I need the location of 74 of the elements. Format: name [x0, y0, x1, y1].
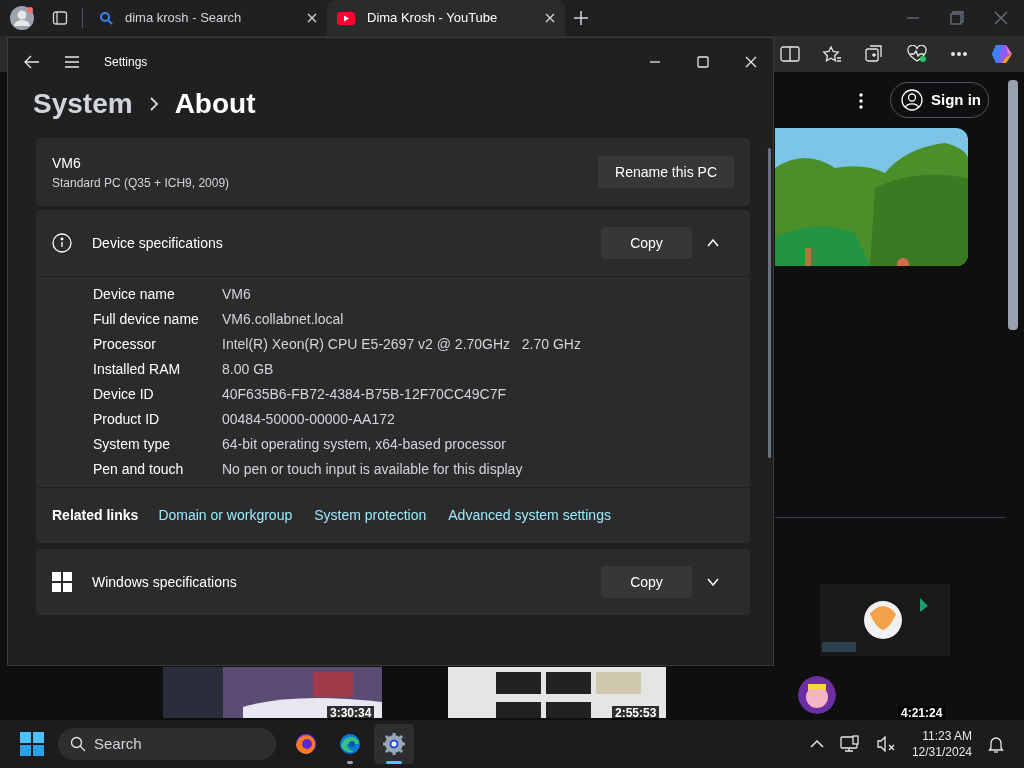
breadcrumb-item: About [174, 87, 256, 121]
tab-title: Dima Krosh - YouTube [367, 9, 499, 28]
clock-date: 12/31/2024 [911, 744, 972, 760]
chevron-up-icon [707, 239, 719, 247]
spec-value: Intel(R) Xeon(R) CPU E5-2697 v2 @ 2.70GHz 2.70 GHz [222, 335, 582, 354]
video-duration: 3:30:34 [327, 706, 375, 720]
spec-label: Full device name [93, 310, 200, 329]
spec-value: VM6 [222, 285, 252, 304]
speaker-muted-icon[interactable] [875, 735, 896, 753]
clock-time: 11:23 AM [922, 728, 972, 744]
spec-label: Device name [93, 285, 176, 304]
spec-label: System type [93, 435, 172, 454]
maximize-icon[interactable] [697, 56, 709, 68]
tab-title: dima krosh - Search [125, 9, 243, 28]
user-icon [901, 89, 923, 111]
spec-label: Processor [93, 335, 158, 354]
spec-label: Product ID [93, 410, 161, 429]
chevron-right-icon [148, 96, 159, 112]
browser-icon [338, 732, 362, 756]
related-link[interactable]: System protection [314, 505, 427, 526]
spec-value: VM6.collabnet.local [222, 310, 345, 329]
window-title: Settings [104, 54, 148, 71]
section-title: Device specifications [92, 233, 224, 253]
spec-value: 40F635B6-FB72-4384-B75B-12F70CC49C7F [222, 385, 508, 404]
rename-button[interactable]: Rename this PC [598, 156, 734, 188]
spec-value: 64-bit operating system, x64-based processor [222, 435, 508, 454]
breadcrumb-item[interactable]: System [33, 83, 133, 125]
video-duration: 2:55:53 [612, 706, 660, 720]
spec-label: Installed RAM [93, 360, 182, 379]
spec-label: Device ID [93, 385, 155, 404]
spec-label: Pen and touch [93, 460, 185, 479]
windows-logo-icon [52, 572, 72, 592]
play-icon [337, 11, 355, 25]
related-links-label: Related links [52, 506, 139, 525]
section-title: Windows specifications [92, 572, 238, 592]
chevron-down-icon [707, 578, 719, 586]
tab-actions-icon[interactable] [52, 10, 68, 26]
network-icon[interactable] [839, 735, 860, 753]
windows-logo-icon[interactable] [20, 732, 44, 756]
pc-name: VM6 [52, 153, 82, 173]
back-arrow-icon[interactable] [24, 55, 40, 69]
info-icon [52, 233, 72, 253]
scrollbar-thumb[interactable] [1008, 80, 1018, 330]
spec-value: 00484-50000-00000-AA172 [222, 410, 396, 429]
collections-icon[interactable] [864, 45, 884, 63]
restore-icon[interactable] [950, 11, 964, 25]
copilot-icon[interactable] [990, 43, 1014, 65]
related-link[interactable]: Advanced system settings [448, 505, 611, 526]
heartbeat-icon[interactable] [906, 45, 928, 63]
scrollbar-thumb[interactable] [768, 148, 771, 458]
browser-tab[interactable]: Dima Krosh - YouTube [327, 0, 565, 36]
gear-icon [382, 732, 406, 756]
copy-button[interactable]: Copy [601, 566, 692, 598]
new-tab-icon[interactable] [573, 10, 589, 26]
related-link[interactable]: Domain or workgroup [158, 505, 293, 526]
profile-avatar-icon[interactable] [9, 5, 35, 31]
spec-value: 8.00 GB [222, 360, 275, 379]
spec-value: No pen or touch input is available for this display [222, 460, 524, 479]
browser-icon [294, 732, 318, 756]
taskbar-app[interactable] [374, 724, 414, 764]
notification-bell-icon[interactable] [988, 735, 1004, 753]
menu-icon[interactable] [64, 55, 80, 69]
copy-button[interactable]: Copy [601, 227, 692, 259]
favorites-icon[interactable] [822, 45, 842, 63]
search-input[interactable]: Search [94, 732, 244, 756]
search-icon [99, 11, 113, 25]
chevron-up-icon[interactable] [809, 739, 824, 749]
video-duration: 4:21:24 [898, 706, 946, 720]
more-icon[interactable] [858, 92, 864, 110]
browser-tab[interactable]: dima krosh - Search [89, 0, 327, 36]
taskbar-search-field[interactable]: Search [58, 728, 276, 760]
split-screen-icon[interactable] [780, 45, 800, 63]
search-icon [70, 736, 86, 752]
pc-model: Standard PC (Q35 + ICH9, 2009) [52, 174, 231, 192]
